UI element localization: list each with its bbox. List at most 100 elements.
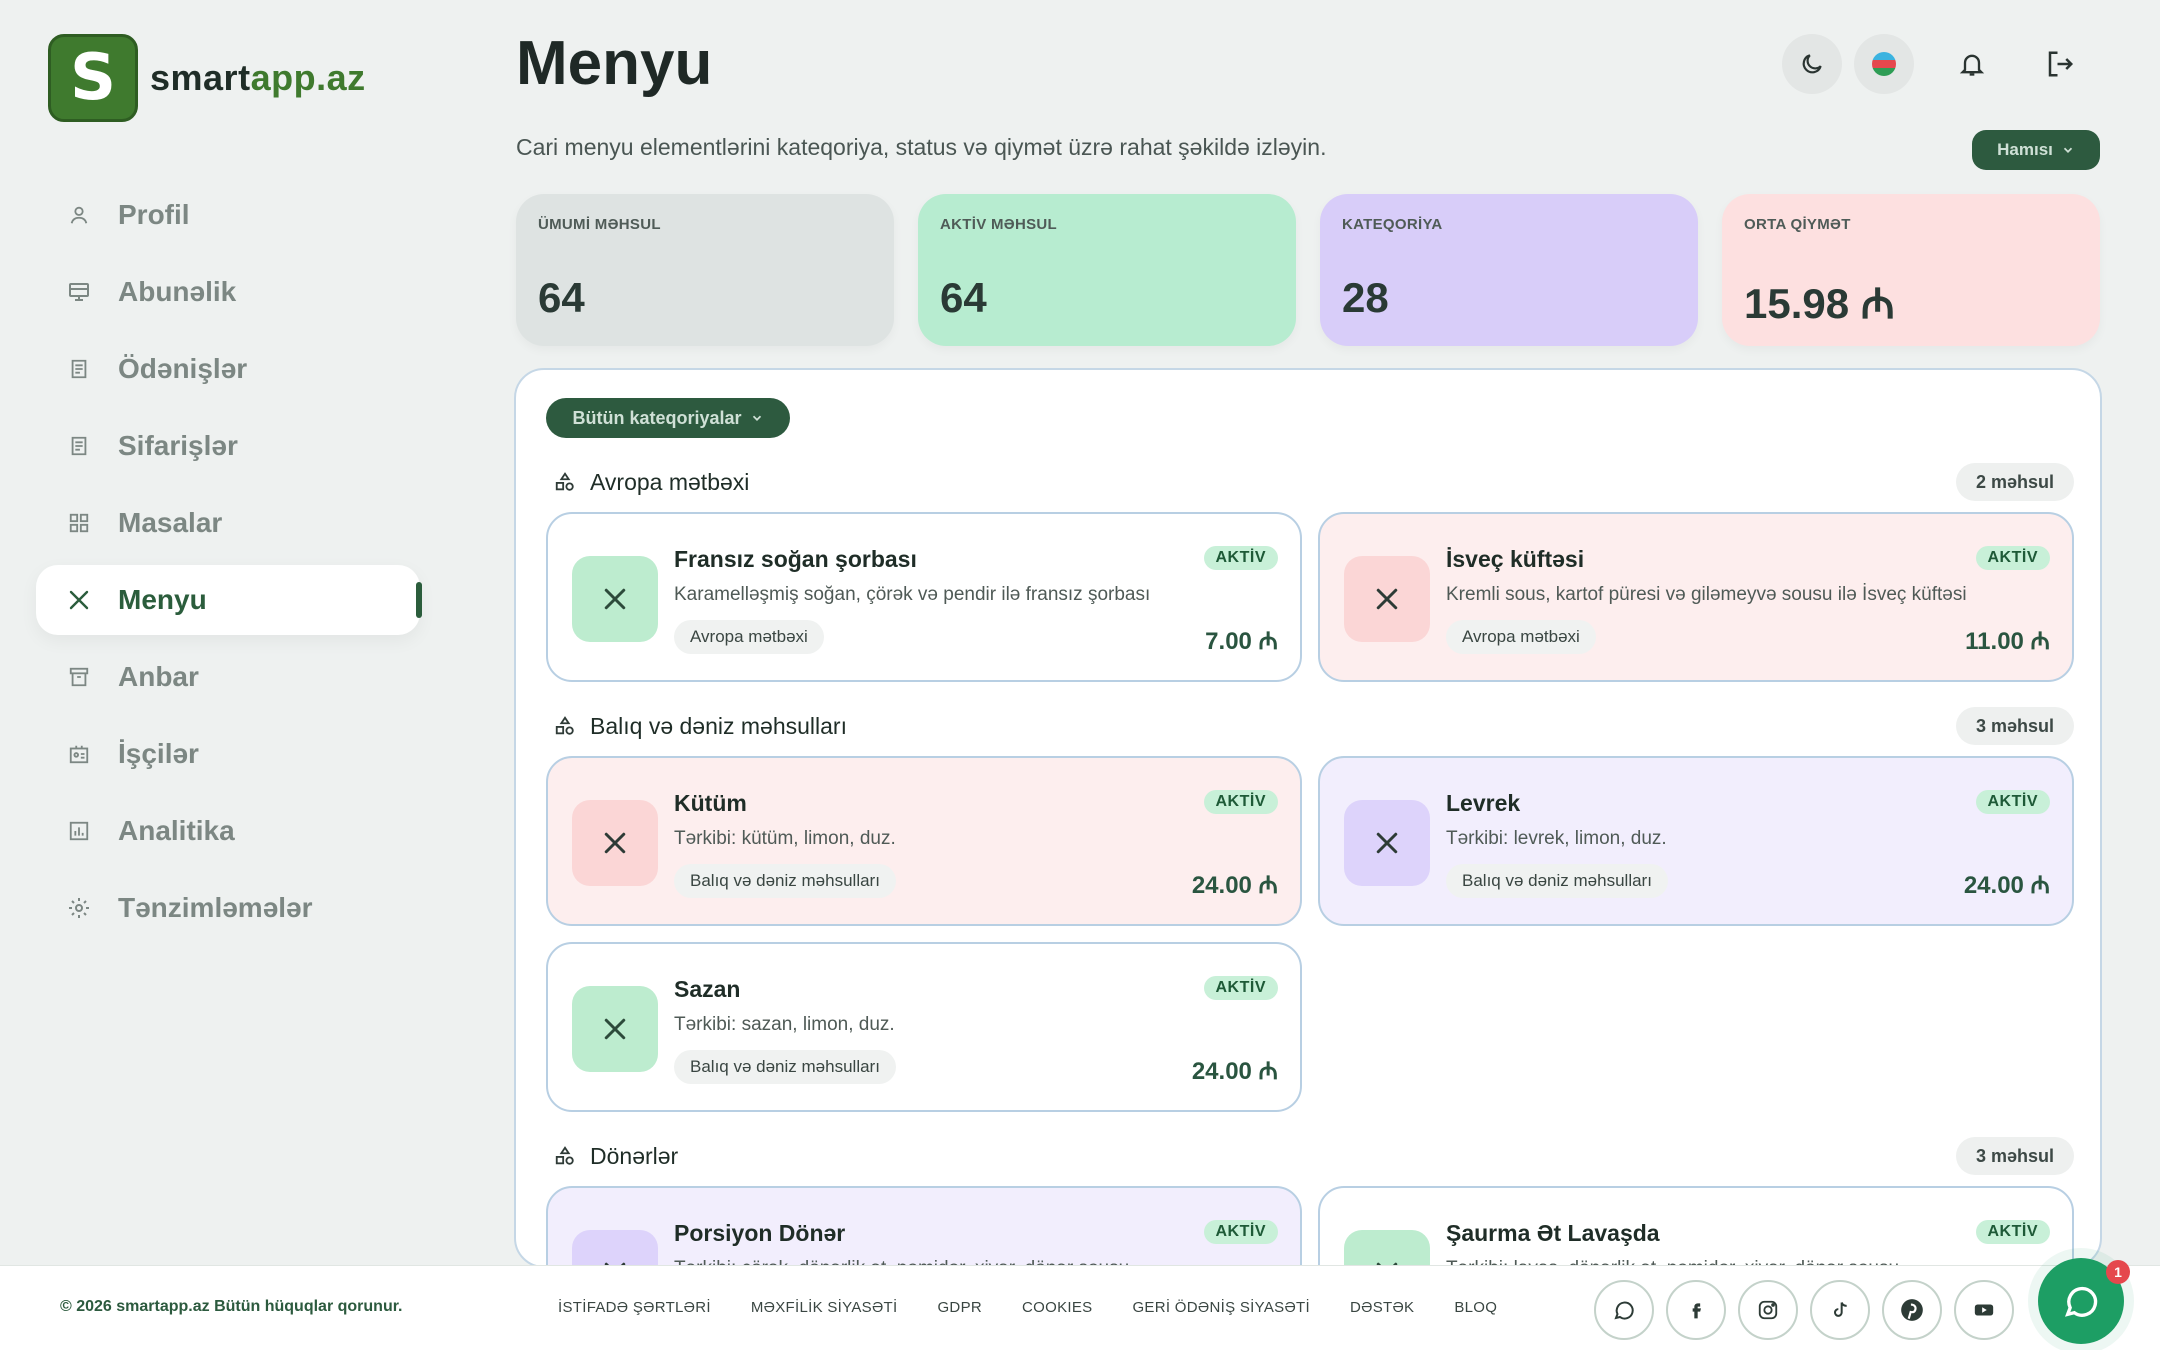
brand-logo[interactable]: S smartapp.az [48,34,366,122]
dark-mode-toggle[interactable] [1782,34,1842,94]
bell-icon [1959,54,1985,76]
section-header: Avropa mətbəxi 2 məhsul [554,462,2074,502]
sidebar-item-tenzimlemeler[interactable]: Tənzimləmələr [36,873,420,943]
pinterest-icon[interactable] [1882,1280,1942,1340]
sidebar-item-abunelik[interactable]: Abunəlik [36,257,420,327]
menu-item-card[interactable]: Porsiyon Dönər Tərkibi: çörək, dönərlik … [546,1186,1302,1266]
section-header: Dönərlər 3 məhsul [554,1136,2074,1176]
utensils-icon [572,800,658,886]
category-tag: Balıq və dəniz məhsulları [674,1050,896,1084]
price: 24.00 ₼ [1963,872,2050,899]
whatsapp-icon[interactable] [1594,1280,1654,1340]
status-badge: AKTİV [1975,1220,2050,1244]
logout-button[interactable] [2030,34,2090,94]
section-header: Balıq və dəniz məhsulları 3 məhsul [554,706,2074,746]
youtube-icon[interactable] [1954,1280,2014,1340]
user-icon [66,202,92,228]
receipt-icon [66,356,92,382]
price: 24.00 ₼ [1191,1058,1278,1085]
chevron-down-icon [752,415,761,421]
logo-mark: S [48,34,138,122]
status-badge: AKTİV [1203,976,1278,1000]
footer: © 2026 smartapp.az Bütün hüquqlar qorunu… [0,1258,2160,1350]
facebook-icon[interactable] [1666,1280,1726,1340]
gear-icon [66,895,92,921]
section-count-badge: 2 məhsul [1955,463,2074,501]
section-count-badge: 3 məhsul [1955,707,2074,745]
stat-total-products: ÜMUMİ MƏHSUL 64 [516,194,894,346]
status-filter-dropdown[interactable]: Hamısı [1972,130,2100,170]
shapes-icon [555,716,574,735]
menu-item-card[interactable]: Kütüm Tərkibi: kütüm, limon, duz. Balıq … [546,756,1302,926]
sidebar-item-masalar[interactable]: Masalar [36,488,420,558]
sidebar-item-menyu[interactable]: Menyu [36,565,422,635]
status-badge: AKTİV [1203,546,1278,570]
top-actions [1782,34,2090,94]
menu-item-card[interactable]: Fransız soğan şorbası Karamelləşmiş soğa… [546,512,1302,682]
stat-active-products: AKTİV MƏHSUL 64 [918,194,1296,346]
utensils-icon [1344,556,1430,642]
section-count-badge: 3 məhsul [1955,1137,2074,1175]
sidebar-item-analitika[interactable]: Analitika [36,796,420,866]
menu-item-card[interactable]: Şaurma Ət Lavaşda Tərkibi: lavaş, dönərl… [1318,1186,2074,1266]
sidebar-item-odenisler[interactable]: Ödənişlər [36,334,420,404]
footer-link-terms[interactable]: İSTİFADƏ ŞƏRTLƏRİ [558,1299,711,1316]
footer-link-cookies[interactable]: COOKIES [1022,1299,1092,1316]
status-badge: AKTİV [1975,546,2050,570]
status-badge: AKTİV [1975,790,2050,814]
category-tag: Avropa mətbəxi [674,620,824,654]
logout-icon [2048,51,2074,77]
utensils-icon [1344,800,1430,886]
language-selector[interactable] [1854,34,1914,94]
category-tag: Balıq və dəniz məhsulları [1446,864,1668,898]
azerbaijan-flag-icon [1872,52,1896,76]
sidebar-nav: Profil Abunəlik Ödənişlər Sifarişlər Mas… [36,180,422,950]
copyright: © 2026 smartapp.az Bütün hüquqlar qorunu… [60,1298,403,1315]
footer-link-gdpr[interactable]: GDPR [937,1299,982,1316]
notifications-button[interactable] [1942,34,2002,94]
footer-link-blog[interactable]: BLOQ [1454,1299,1497,1316]
category-tag: Balıq və dəniz məhsulları [674,864,896,898]
brand-name: smartapp.az [150,57,366,98]
price: 7.00 ₼ [1205,628,1278,655]
menu-item-card[interactable]: Sazan Tərkibi: sazan, limon, duz. Balıq … [546,942,1302,1112]
footer-link-refund[interactable]: GERİ ÖDƏNİŞ SİYASƏTİ [1132,1299,1310,1316]
sidebar-item-sifarisler[interactable]: Sifarişlər [36,411,420,481]
utensils-icon [572,986,658,1072]
chat-icon [2064,1286,2098,1317]
subscription-icon [66,279,92,305]
category-tag: Avropa mətbəxi [1446,620,1596,654]
utensils-icon [1344,1230,1430,1266]
footer-link-privacy[interactable]: MƏXFİLİK SİYASƏTİ [751,1299,898,1316]
status-badge: AKTİV [1203,790,1278,814]
price: 11.00 ₼ [1965,628,2050,655]
shapes-icon [555,1146,574,1165]
sidebar-item-anbar[interactable]: Anbar [36,642,420,712]
utensils-icon [66,587,92,613]
footer-links: İSTİFADƏ ŞƏRTLƏRİ MƏXFİLİK SİYASƏTİ GDPR… [558,1299,1497,1316]
stat-categories: KATEQORİYA 28 [1320,194,1698,346]
archive-icon [66,664,92,690]
stats-row: ÜMUMİ MƏHSUL 64 AKTİV MƏHSUL 64 KATEQORİ… [516,194,2100,346]
menu-item-card[interactable]: İsveç küftəsi Kremli sous, kartof püresi… [1318,512,2074,682]
sidebar-item-profil[interactable]: Profil [36,180,420,250]
page-title: Menyu [516,29,713,98]
utensils-icon [572,556,658,642]
sidebar-item-isciler[interactable]: İşçilər [36,719,420,789]
shapes-icon [555,472,574,491]
receipt-icon [66,433,92,459]
instagram-icon[interactable] [1738,1280,1798,1340]
chevron-down-icon [2063,147,2072,153]
category-dropdown[interactable]: Bütün kateqoriyalar [546,398,790,438]
menu-item-card[interactable]: Levrek Tərkibi: levrek, limon, duz. Balı… [1318,756,2074,926]
utensils-icon [572,1230,658,1266]
page-subtitle: Cari menyu elementlərini kateqoriya, sta… [516,134,1327,160]
grid-icon [66,510,92,536]
id-card-icon [66,741,92,767]
tiktok-icon[interactable] [1810,1280,1870,1340]
chart-icon [66,818,92,844]
price: 24.00 ₼ [1191,872,1278,899]
footer-link-support[interactable]: DƏSTƏK [1350,1299,1414,1316]
stat-average-price: ORTA QİYMƏT 15.98 ₼ [1722,194,2100,346]
moon-icon [1802,54,1822,74]
